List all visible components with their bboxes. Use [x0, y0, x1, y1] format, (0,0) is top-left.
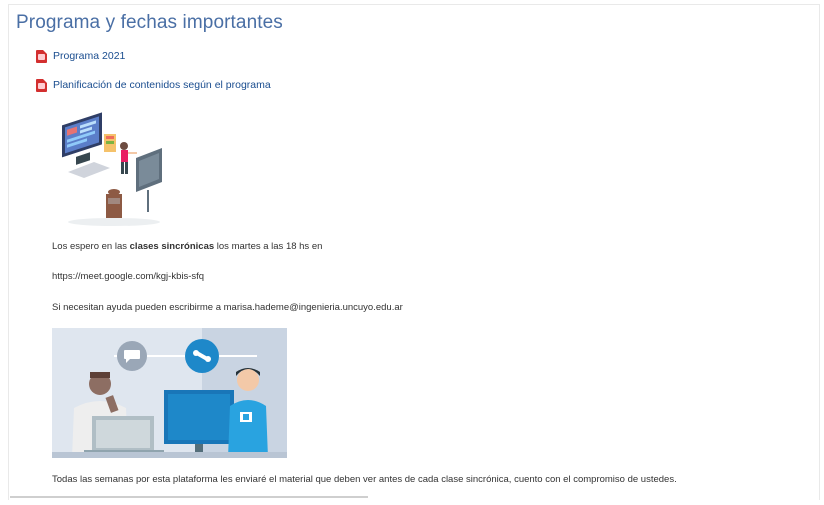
support-illustration — [52, 328, 287, 458]
resource-label: Programa 2021 — [53, 50, 126, 62]
section-title: Programa y fechas importantes — [16, 12, 283, 33]
pdf-icon — [36, 78, 47, 92]
classes-info-text: Los espero en las clases sincrónicas los… — [52, 241, 323, 252]
pdf-icon — [36, 49, 47, 63]
meet-link[interactable]: https://meet.google.com/kgj-kbis-sfq — [52, 271, 204, 282]
classroom-illustration — [62, 112, 162, 226]
resource-label: Planificación de contenidos según el pro… — [53, 79, 271, 91]
help-text: Si necesitan ayuda pueden escribirme a m… — [52, 302, 403, 313]
resource-link-programa[interactable]: Programa 2021 — [36, 47, 125, 65]
divider — [10, 496, 368, 498]
weekly-material-text: Todas las semanas por esta plataforma le… — [52, 474, 677, 485]
resource-link-planificacion[interactable]: Planificación de contenidos según el pro… — [36, 76, 271, 94]
